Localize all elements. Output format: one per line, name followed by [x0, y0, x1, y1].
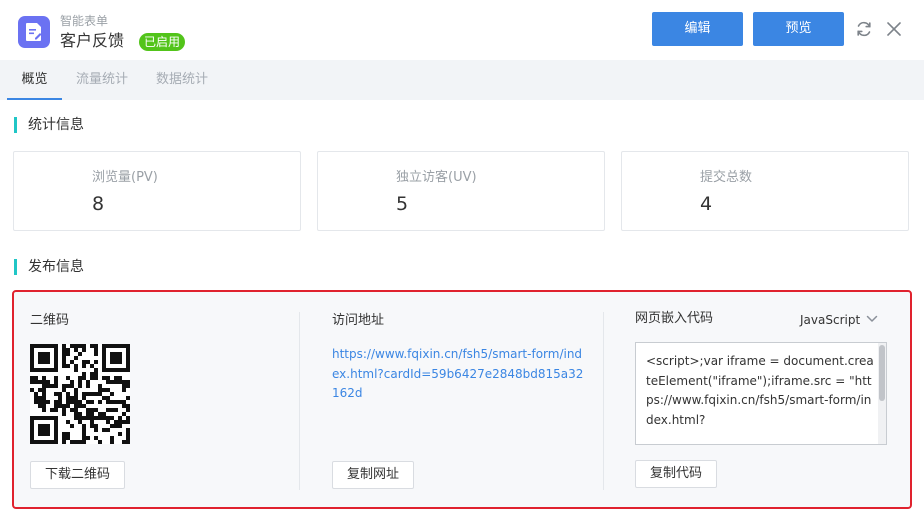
embed-code-textarea[interactable]: <script>;var iframe = document.createEle…: [635, 342, 887, 445]
column-divider: [603, 312, 604, 490]
stat-label: 独立访客(UV): [396, 170, 477, 185]
close-icon[interactable]: [884, 19, 904, 39]
form-app-icon: [18, 16, 50, 48]
column-divider: [299, 312, 300, 490]
download-qr-button[interactable]: 下载二维码: [30, 461, 125, 489]
header: 智能表单 客户反馈 已启用 编辑 预览: [0, 0, 924, 60]
embed-code-text: <script>;var iframe = document.createEle…: [646, 354, 874, 427]
refresh-icon[interactable]: [854, 19, 874, 39]
stat-value: 8: [92, 193, 105, 215]
edit-button[interactable]: 编辑: [652, 12, 743, 46]
stat-card-uv: 独立访客(UV) 5: [317, 151, 605, 231]
publish-section-title: 发布信息: [14, 259, 84, 275]
form-title: 客户反馈: [60, 31, 125, 50]
app-name: 智能表单: [60, 14, 109, 28]
preview-button[interactable]: 预览: [753, 12, 844, 46]
stat-label: 提交总数: [700, 170, 753, 185]
code-scrollbar-thumb[interactable]: [879, 345, 885, 401]
tab-data-stats[interactable]: 数据统计: [150, 60, 214, 99]
publish-panel: 二维码 下载二维码 访问地址 https://www.fqixin.cn/fsh…: [12, 290, 912, 509]
qr-label: 二维码: [30, 313, 70, 328]
qr-code-image: [30, 344, 130, 444]
url-label: 访问地址: [332, 313, 385, 328]
tab-traffic-stats[interactable]: 流量统计: [72, 60, 132, 99]
embed-language-value: JavaScript: [800, 313, 861, 327]
stat-card-pv: 浏览量(PV) 8: [13, 151, 301, 231]
stat-value: 5: [396, 193, 409, 215]
embed-language-select[interactable]: JavaScript: [800, 310, 882, 330]
stat-label: 浏览量(PV): [92, 170, 158, 185]
access-url-link[interactable]: https://www.fqixin.cn/fsh5/smart-form/in…: [332, 345, 588, 404]
chevron-down-icon: [866, 315, 878, 322]
copy-code-button[interactable]: 复制代码: [635, 460, 717, 488]
embed-code-label: 网页嵌入代码: [635, 311, 714, 326]
stats-section-title: 统计信息: [14, 117, 84, 133]
tab-bar: 概览 流量统计 数据统计: [0, 60, 924, 100]
code-scrollbar[interactable]: [878, 343, 886, 444]
status-badge: 已启用: [139, 33, 186, 51]
stat-value: 4: [700, 193, 713, 215]
tab-overview[interactable]: 概览: [7, 60, 62, 100]
stat-card-submissions: 提交总数 4: [621, 151, 909, 231]
copy-url-button[interactable]: 复制网址: [332, 461, 414, 489]
